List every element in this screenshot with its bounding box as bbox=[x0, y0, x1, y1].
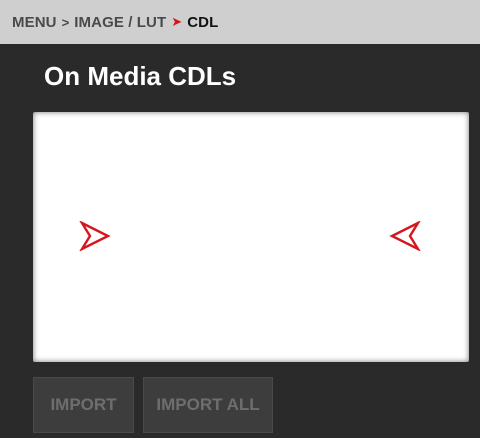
breadcrumb-item-menu[interactable]: MENU bbox=[12, 14, 57, 31]
breadcrumb-item-image-lut[interactable]: IMAGE / LUT bbox=[74, 14, 166, 31]
triangle-left-outline-icon bbox=[389, 221, 421, 251]
cdl-screen: MENU > IMAGE / LUT ➤ CDL On Media CDLs I… bbox=[0, 0, 480, 438]
breadcrumb-current: CDL bbox=[187, 13, 219, 31]
breadcrumb: MENU > IMAGE / LUT ➤ CDL bbox=[0, 0, 480, 44]
import-all-button[interactable]: IMPORT ALL bbox=[143, 377, 273, 433]
breadcrumb-active-separator: ➤ bbox=[171, 14, 183, 29]
cdl-list[interactable] bbox=[33, 112, 469, 362]
page-title: On Media CDLs bbox=[44, 61, 237, 91]
import-button[interactable]: IMPORT bbox=[33, 377, 134, 433]
breadcrumb-separator: > bbox=[61, 14, 70, 30]
triangle-right-outline-icon bbox=[79, 221, 111, 251]
